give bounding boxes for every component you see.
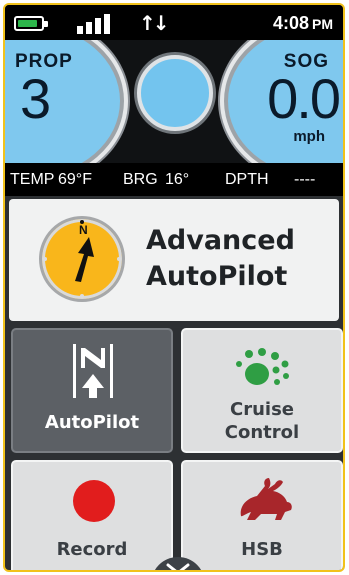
battery-level bbox=[18, 20, 37, 27]
cruise-control-label-line2: Control bbox=[224, 422, 300, 443]
clock-ampm: PM bbox=[312, 16, 333, 32]
prop-value: 3 bbox=[20, 67, 52, 130]
autopilot-tile-label: AutoPilot bbox=[44, 412, 140, 433]
compass-icon: N bbox=[39, 216, 125, 302]
clock-time: 4:08 bbox=[272, 13, 309, 33]
battery-icon bbox=[14, 16, 48, 31]
page-title-line1: Advanced bbox=[146, 225, 295, 256]
record-tile[interactable]: Record bbox=[11, 460, 173, 570]
record-icon bbox=[73, 480, 115, 522]
rabbit-icon bbox=[240, 478, 292, 520]
chevron-down-icon bbox=[166, 563, 190, 570]
brg-label: BRG bbox=[123, 171, 158, 188]
sog-value: 0.0 bbox=[267, 67, 341, 130]
cruise-control-tile-label: Cruise Control bbox=[183, 398, 341, 444]
cruise-control-label-line1: Cruise bbox=[230, 399, 294, 420]
autopilot-tile[interactable]: AutoPilot bbox=[11, 328, 173, 453]
brg-value: 16° bbox=[165, 171, 190, 188]
sog-unit: mph bbox=[293, 128, 325, 145]
temp-value: 69°F bbox=[58, 171, 92, 188]
dpth-label: DPTH bbox=[225, 171, 269, 188]
hsb-tile[interactable]: HSB bbox=[181, 460, 343, 570]
temp-label: TEMP bbox=[10, 171, 55, 188]
north-arrow-icon bbox=[73, 344, 113, 398]
dpth-value: ---- bbox=[294, 171, 316, 188]
readout-strip: TEMP 69°F BRG 16° DPTH ---- bbox=[5, 163, 343, 196]
data-transfer-icon: ↑↓ bbox=[139, 11, 169, 35]
device-frame: ↑↓ 4:08 PM PROP 3 SOG 0.0 mph TEMP 69°F B… bbox=[3, 3, 345, 572]
hsb-tile-label: HSB bbox=[241, 539, 283, 560]
status-bar: ↑↓ 4:08 PM bbox=[5, 5, 343, 40]
record-tile-label: Record bbox=[56, 539, 128, 560]
expand-chevron-button[interactable] bbox=[151, 557, 205, 570]
page-title-line2: AutoPilot bbox=[146, 261, 288, 292]
autopilot-header: N Advanced AutoPilot bbox=[9, 199, 339, 321]
cruise-control-icon bbox=[236, 348, 289, 385]
center-dial[interactable] bbox=[137, 55, 213, 131]
cruise-control-tile[interactable]: Cruise Control bbox=[181, 328, 343, 453]
compass-needle-icon bbox=[43, 220, 121, 298]
gauge-panel: PROP 3 SOG 0.0 mph bbox=[5, 40, 343, 163]
clock: 4:08 PM bbox=[273, 13, 333, 34]
page-title: Advanced AutoPilot bbox=[146, 223, 295, 295]
signal-strength-icon bbox=[77, 14, 119, 34]
